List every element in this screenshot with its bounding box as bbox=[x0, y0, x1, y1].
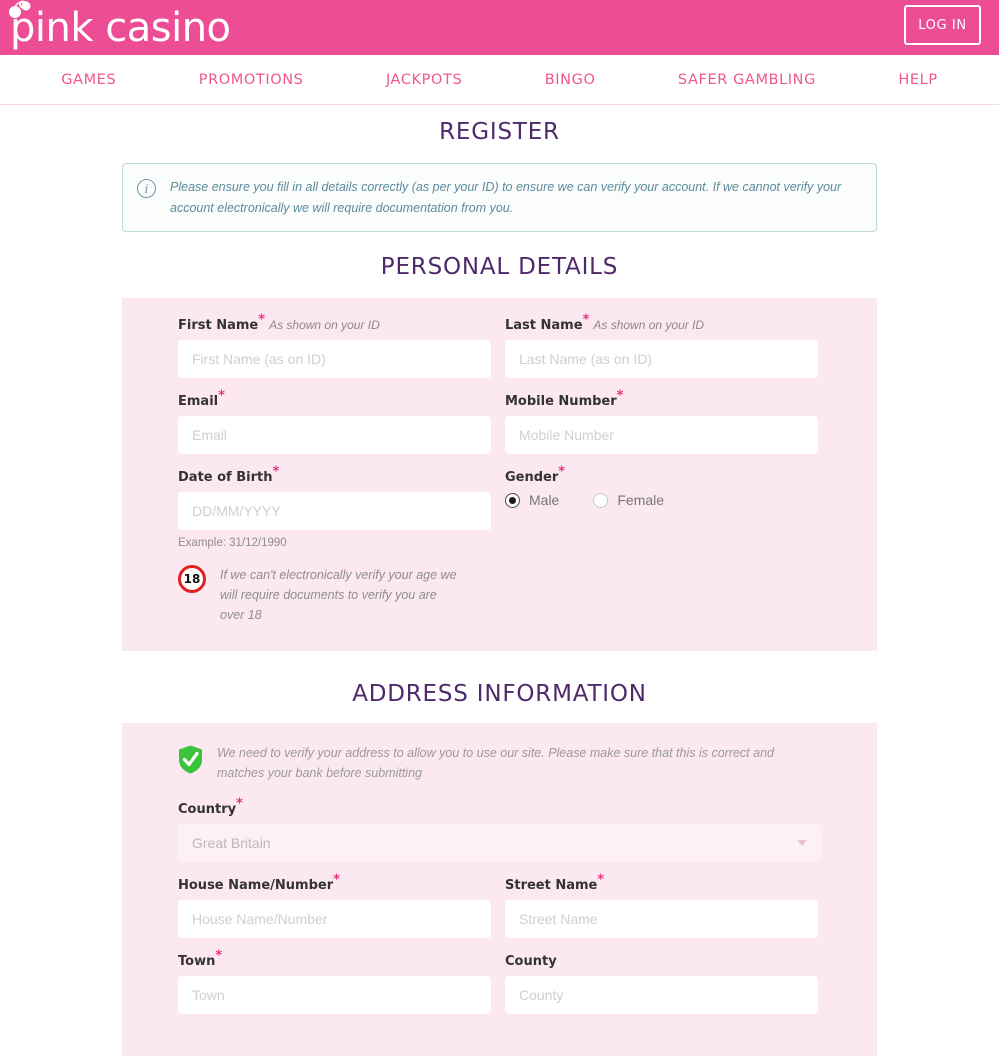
contact-row: Email* Mobile Number* bbox=[178, 390, 821, 470]
dob-label-text: Date of Birth bbox=[178, 470, 273, 486]
street-label: Street Name* bbox=[505, 874, 818, 894]
name-row: First Name*As shown on your ID Last Name… bbox=[178, 314, 821, 394]
first-name-hint: As shown on your ID bbox=[269, 318, 380, 333]
nav-item-promotions[interactable]: PROMOTIONS bbox=[199, 72, 304, 88]
info-banner-text: Please ensure you fill in all details co… bbox=[170, 180, 842, 215]
page-title: REGISTER bbox=[439, 119, 560, 145]
mobile-label-text: Mobile Number bbox=[505, 394, 617, 410]
radio-male-icon[interactable] bbox=[505, 492, 520, 508]
dob-gender-row: Date of Birth* Example: 31/12/1990 18 If… bbox=[178, 466, 821, 625]
shield-check-icon bbox=[179, 745, 202, 774]
gender-label-text: Gender bbox=[505, 470, 559, 486]
country-select-wrapper[interactable]: Great Britain bbox=[178, 824, 821, 863]
dob-field: Date of Birth* Example: 31/12/1990 18 If… bbox=[178, 466, 491, 625]
required-asterisk: * bbox=[272, 464, 280, 480]
house-label-text: House Name/Number bbox=[178, 878, 334, 894]
required-asterisk: * bbox=[236, 796, 243, 812]
radio-female-icon[interactable] bbox=[593, 492, 609, 508]
email-label-text: Email bbox=[178, 394, 219, 410]
gender-options: Male Female bbox=[505, 492, 818, 508]
email-field: Email* bbox=[178, 390, 491, 455]
house-label: House Name/Number* bbox=[178, 874, 491, 894]
required-asterisk: * bbox=[582, 312, 590, 328]
mobile-input[interactable] bbox=[505, 416, 818, 455]
address-information-title: ADDRESS INFORMATION bbox=[352, 681, 647, 708]
personal-details-panel: First Name*As shown on your ID Last Name… bbox=[122, 298, 877, 652]
personal-details-title: PERSONAL DETAILS bbox=[380, 254, 619, 281]
nav-item-safer-gambling[interactable]: SAFER GAMBLING bbox=[678, 72, 816, 88]
county-field: County bbox=[505, 954, 818, 1015]
info-banner: i Please ensure you fill in all details … bbox=[122, 163, 877, 233]
county-label-text: County bbox=[505, 954, 557, 970]
nav-item-jackpots[interactable]: JACKPOTS bbox=[386, 72, 462, 88]
first-name-label: First Name* As shown on your ID bbox=[178, 314, 491, 334]
mobile-label: Mobile Number* bbox=[505, 390, 818, 410]
town-county-row: Town* County bbox=[178, 950, 821, 1030]
country-field: Country* Great Britain bbox=[178, 798, 821, 863]
register-page: REGISTER i Please ensure you fill in all… bbox=[0, 105, 999, 1056]
age-18-icon: 18 bbox=[178, 565, 206, 594]
dob-label: Date of Birth* bbox=[178, 466, 491, 486]
first-name-label-text: First Name bbox=[178, 318, 259, 334]
house-field: House Name/Number* bbox=[178, 874, 491, 939]
town-input[interactable] bbox=[178, 976, 491, 1015]
mobile-field: Mobile Number* bbox=[505, 390, 818, 455]
required-asterisk: * bbox=[215, 948, 223, 964]
last-name-input[interactable] bbox=[505, 340, 818, 379]
required-asterisk: * bbox=[616, 388, 624, 404]
address-note-text: We need to verify your address to allow … bbox=[217, 746, 774, 781]
country-label: Country* bbox=[178, 798, 821, 818]
gender-option-male[interactable]: Male bbox=[505, 492, 559, 508]
email-label: Email* bbox=[178, 390, 491, 410]
county-input[interactable] bbox=[505, 976, 818, 1015]
first-name-input[interactable] bbox=[178, 340, 491, 379]
required-asterisk: * bbox=[218, 388, 225, 404]
cherries-heart-icon bbox=[9, 0, 31, 18]
first-name-field: First Name* As shown on your ID bbox=[178, 314, 491, 379]
main-navigation: GAMES PROMOTIONS JACKPOTS BINGO SAFER GA… bbox=[0, 55, 999, 105]
required-asterisk: * bbox=[258, 312, 266, 328]
last-name-label: Last Name* As shown on your ID bbox=[505, 314, 818, 334]
age-verification-note: 18 If we can't electronically verify you… bbox=[178, 565, 491, 625]
register-container: i Please ensure you fill in all details … bbox=[122, 163, 877, 1056]
gender-label: Gender* bbox=[505, 466, 818, 486]
town-field: Town* bbox=[178, 950, 491, 1015]
gender-option-female[interactable]: Female bbox=[593, 492, 664, 508]
country-select[interactable]: Great Britain bbox=[178, 824, 821, 863]
nav-item-help[interactable]: HELP bbox=[898, 72, 937, 88]
nav-item-games[interactable]: GAMES bbox=[61, 72, 116, 88]
gender-female-label: Female bbox=[617, 492, 665, 509]
street-field: Street Name* bbox=[505, 874, 818, 939]
country-label-text: Country bbox=[178, 802, 237, 818]
street-label-text: Street Name bbox=[505, 878, 598, 894]
age-note-text: If we can't electronically verify your a… bbox=[220, 568, 457, 623]
dob-example: Example: 31/12/1990 bbox=[178, 537, 287, 550]
town-label: Town* bbox=[178, 950, 491, 970]
info-circle-icon: i bbox=[137, 179, 156, 198]
last-name-field: Last Name* As shown on your ID bbox=[505, 314, 818, 379]
street-input[interactable] bbox=[505, 900, 818, 939]
last-name-label-text: Last Name bbox=[505, 318, 583, 334]
gender-male-label: Male bbox=[529, 492, 560, 509]
address-verification-note: We need to verify your address to allow … bbox=[178, 743, 821, 783]
required-asterisk: * bbox=[558, 464, 566, 480]
chevron-down-icon[interactable] bbox=[797, 840, 807, 847]
gender-field: Gender* Male Female bbox=[505, 466, 818, 625]
required-asterisk: * bbox=[597, 872, 605, 888]
town-label-text: Town bbox=[178, 954, 216, 970]
county-label: County bbox=[505, 954, 818, 969]
dob-input[interactable] bbox=[178, 492, 491, 531]
login-button[interactable]: LOG IN bbox=[904, 5, 981, 45]
required-asterisk: * bbox=[333, 872, 340, 888]
house-input[interactable] bbox=[178, 900, 491, 939]
last-name-hint: As shown on your ID bbox=[593, 318, 705, 333]
address-information-panel: We need to verify your address to allow … bbox=[122, 723, 877, 1056]
nav-item-bingo[interactable]: BINGO bbox=[545, 72, 596, 88]
site-header: pink casino LOG IN bbox=[0, 0, 999, 55]
site-logo[interactable]: pink casino bbox=[4, 0, 231, 55]
email-input[interactable] bbox=[178, 416, 491, 455]
